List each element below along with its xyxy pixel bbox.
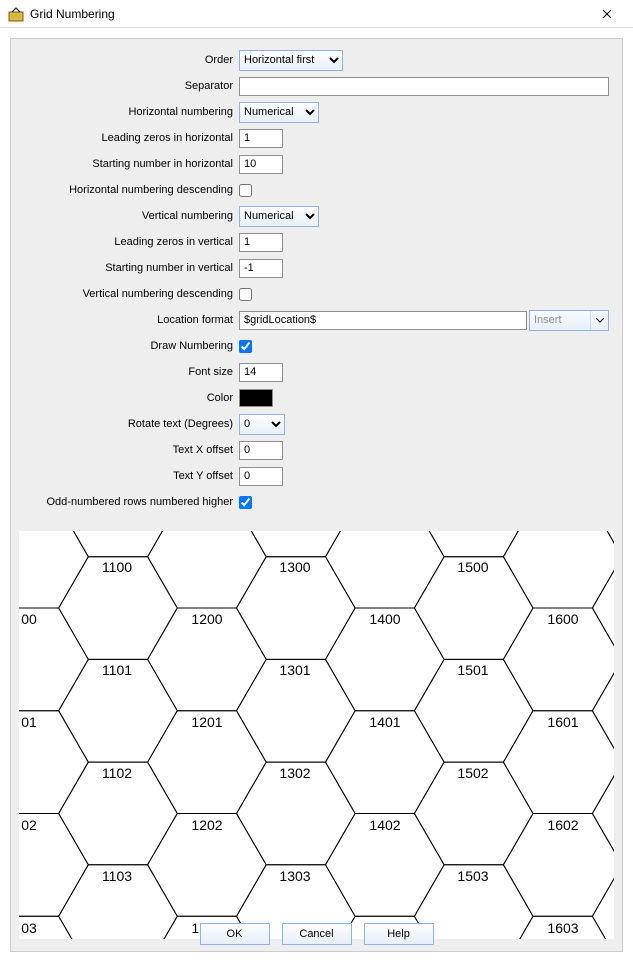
label-tx: Text X offset bbox=[21, 444, 239, 456]
label-hnum: Horizontal numbering bbox=[21, 106, 239, 118]
label-drawnum: Draw Numbering bbox=[21, 340, 239, 352]
label-separator: Separator bbox=[21, 80, 239, 92]
hex-label: 1301 bbox=[279, 662, 310, 678]
label-lzv: Leading zeros in vertical bbox=[21, 236, 239, 248]
lzv-input[interactable] bbox=[239, 233, 283, 252]
hex-label: 01 bbox=[21, 714, 37, 730]
hex-label: 1303 bbox=[279, 868, 310, 884]
hex-label: 1501 bbox=[457, 662, 488, 678]
label-color: Color bbox=[21, 392, 239, 404]
hex-label: 1200 bbox=[191, 611, 222, 627]
insert-label: Insert bbox=[534, 314, 562, 326]
label-ty: Text Y offset bbox=[21, 470, 239, 482]
vnd-checkbox[interactable] bbox=[239, 288, 252, 301]
hex-label: 1503 bbox=[457, 868, 488, 884]
hex-label: 1101 bbox=[102, 662, 132, 678]
label-vnum: Vertical numbering bbox=[21, 210, 239, 222]
hex-label: 1602 bbox=[547, 817, 578, 833]
close-button[interactable] bbox=[589, 4, 625, 24]
label-lzh: Leading zeros in horizontal bbox=[21, 132, 239, 144]
hex-label: 1502 bbox=[457, 765, 488, 781]
titlebar: Grid Numbering bbox=[0, 0, 633, 28]
content-area: Order Horizontal first Separator Horizon… bbox=[0, 28, 633, 962]
hex-label: 1302 bbox=[279, 765, 310, 781]
hex-label: 1402 bbox=[369, 817, 400, 833]
label-rotate: Rotate text (Degrees) bbox=[21, 418, 239, 430]
hex-label: 1202 bbox=[191, 817, 222, 833]
hex-label: 1401 bbox=[369, 714, 400, 730]
lzh-input[interactable] bbox=[239, 129, 283, 148]
label-snh: Starting number in horizontal bbox=[21, 158, 239, 170]
button-bar: OK Cancel Help bbox=[11, 917, 622, 951]
hnd-checkbox[interactable] bbox=[239, 184, 252, 197]
hex-label: 02 bbox=[21, 817, 37, 833]
drawnum-checkbox[interactable] bbox=[239, 340, 252, 353]
hex-label: 1601 bbox=[547, 714, 578, 730]
hnum-select[interactable]: Numerical bbox=[239, 102, 319, 123]
label-fontsize: Font size bbox=[21, 366, 239, 378]
help-button[interactable]: Help bbox=[364, 923, 434, 945]
insert-combo[interactable]: Insert bbox=[529, 310, 609, 331]
hex-label: 1102 bbox=[102, 765, 132, 781]
order-select[interactable]: Horizontal first bbox=[239, 50, 343, 71]
hex-label: 00 bbox=[21, 611, 37, 627]
fontsize-input[interactable] bbox=[239, 363, 283, 382]
app-icon bbox=[8, 6, 24, 22]
oddrows-checkbox[interactable] bbox=[239, 496, 252, 509]
tx-input[interactable] bbox=[239, 441, 283, 460]
main-panel: Order Horizontal first Separator Horizon… bbox=[10, 38, 623, 952]
hex-label: 1300 bbox=[279, 559, 310, 575]
hex-label: 1201 bbox=[191, 714, 222, 730]
locfmt-input[interactable] bbox=[239, 311, 527, 330]
label-locfmt: Location format bbox=[21, 314, 239, 326]
ty-input[interactable] bbox=[239, 467, 283, 486]
label-vnd: Vertical numbering descending bbox=[21, 288, 239, 300]
cancel-button[interactable]: Cancel bbox=[282, 923, 352, 945]
form-area: Order Horizontal first Separator Horizon… bbox=[11, 39, 622, 519]
separator-input[interactable] bbox=[239, 77, 609, 96]
hex-label: 1600 bbox=[547, 611, 578, 627]
hex-label: 1500 bbox=[457, 559, 488, 575]
hex-preview: 1100 1300 1500 00 1200 1400 1600 1101 1301 1501 01… bbox=[19, 531, 614, 939]
hex-label: 1100 bbox=[102, 559, 132, 575]
label-order: Order bbox=[21, 54, 239, 66]
label-oddrows: Odd-numbered rows numbered higher bbox=[21, 496, 239, 508]
rotate-select[interactable]: 0 bbox=[239, 414, 285, 435]
hex-label: 1400 bbox=[369, 611, 400, 627]
vnum-select[interactable]: Numerical bbox=[239, 206, 319, 227]
snv-input[interactable] bbox=[239, 259, 283, 278]
snh-input[interactable] bbox=[239, 155, 283, 174]
ok-button[interactable]: OK bbox=[200, 923, 270, 945]
window-title: Grid Numbering bbox=[30, 7, 589, 21]
label-snv: Starting number in vertical bbox=[21, 262, 239, 274]
label-hnd: Horizontal numbering descending bbox=[21, 184, 239, 196]
chevron-down-icon bbox=[590, 311, 608, 330]
color-swatch[interactable] bbox=[239, 389, 273, 407]
hex-label: 1103 bbox=[102, 868, 132, 884]
